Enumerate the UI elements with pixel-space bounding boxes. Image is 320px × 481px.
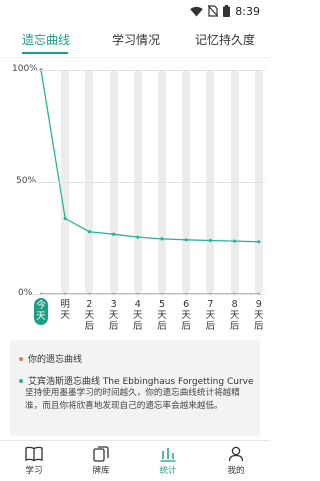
grid-line [33, 182, 265, 183]
data-point [63, 216, 67, 221]
book-icon [25, 446, 43, 462]
data-point [257, 240, 261, 244]
legend-label-ebbinghaus: 艾宾浩斯遗忘曲线 The Ebbinghaus Forgetting Curve [28, 377, 254, 387]
tab-forgetting-curve[interactable]: 遗忘曲线 [8, 22, 84, 56]
data-point [208, 238, 212, 243]
nav-label-me: 我的 [227, 466, 245, 476]
forgetting-curve-chart: 100% 50% 0% 今天明天2天后3天后4天后5天后6天后7天后8天后9天后 [0, 58, 270, 340]
x-tick-label[interactable]: 3天后 [107, 299, 121, 332]
tab-learning-status[interactable]: 学习情况 [98, 22, 174, 56]
nav-deck[interactable]: 牌库 [71, 441, 131, 481]
active-tab-indicator [22, 52, 68, 54]
nav-study[interactable]: 学习 [4, 441, 64, 481]
nav-me[interactable]: 我的 [206, 441, 266, 481]
legend-label-your-curve: 你的遗忘曲线 [28, 355, 83, 365]
x-tick-label[interactable]: 9天后 [252, 299, 266, 332]
x-tick-label[interactable]: 8天后 [228, 299, 242, 332]
data-point [87, 230, 91, 234]
tab-memory-retention[interactable]: 记忆持久度 [184, 22, 266, 56]
series-line-ebbinghaus [40, 69, 259, 243]
no-sim-icon [208, 5, 219, 17]
bottom-navigation: 学习 牌库 统计 我的 [0, 440, 270, 481]
x-tick-label[interactable]: 明天 [58, 299, 72, 321]
data-point [136, 235, 140, 239]
x-tick-label[interactable]: 5天后 [155, 299, 169, 332]
x-tick-label[interactable]: 7天后 [203, 299, 217, 332]
data-point [233, 239, 237, 243]
x-tick-label[interactable]: 今天 [34, 298, 48, 325]
data-point [112, 232, 116, 236]
legend-dot-ebbinghaus [19, 378, 23, 383]
x-tick-label[interactable]: 6天后 [179, 299, 193, 332]
grid-line [33, 70, 265, 71]
battery-icon [223, 5, 231, 17]
person-icon [228, 446, 244, 462]
bar-chart-icon [160, 448, 176, 462]
grid-line [33, 294, 265, 295]
status-time: 8:39 [235, 4, 260, 18]
cards-icon [93, 446, 109, 462]
data-point [184, 238, 188, 242]
x-tick-label[interactable]: 4天后 [131, 299, 145, 332]
nav-stats[interactable]: 统计 [138, 441, 198, 481]
wifi-icon [190, 6, 203, 16]
nav-label-stats: 统计 [159, 466, 177, 476]
legend-description: 坚持使用墨墨学习的时间越久，你的遗忘曲线统计将越精准，而且你将欣喜地发现自己的遗… [25, 388, 240, 411]
legend-card: 你的遗忘曲线 艾宾浩斯遗忘曲线 The Ebbinghaus Forgettin… [10, 340, 260, 436]
legend-dot-your-curve [19, 356, 23, 361]
legend-item-ebbinghaus: 艾宾浩斯遗忘曲线 The Ebbinghaus Forgetting Curve [19, 374, 254, 387]
data-point [160, 237, 164, 241]
tab-bar: 遗忘曲线 学习情况 记忆持久度 [0, 22, 270, 56]
status-bar: 8:39 [0, 0, 270, 22]
legend-item-your-curve: 你的遗忘曲线 [19, 352, 82, 365]
nav-label-study: 学习 [25, 466, 43, 476]
x-tick-label[interactable]: 2天后 [82, 299, 96, 332]
nav-label-deck: 牌库 [92, 466, 110, 476]
